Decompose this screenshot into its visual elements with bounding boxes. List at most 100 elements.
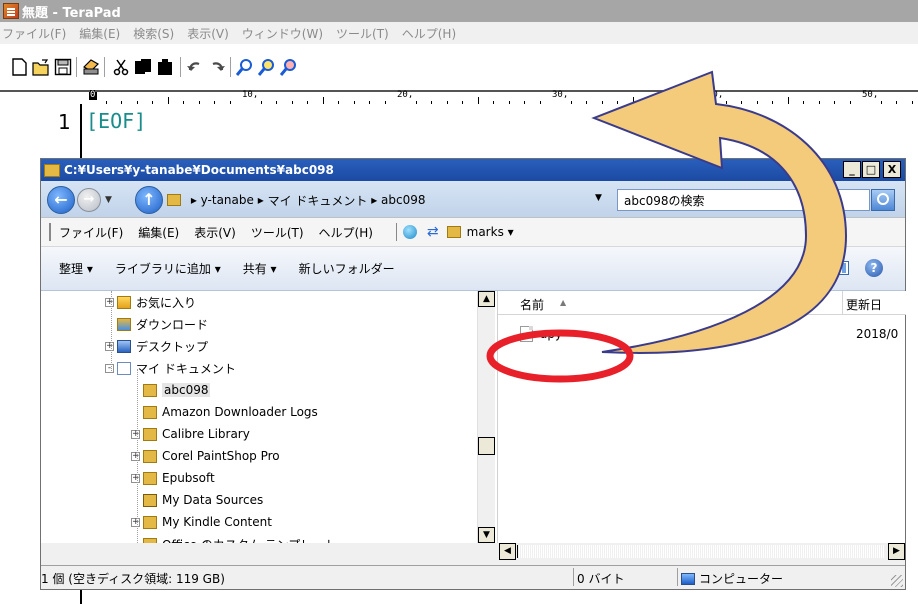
- ruler-label: 0: [90, 90, 96, 100]
- explorer-window: C:¥Users¥y-tanabe¥Documents¥abc098 _ □ X…: [40, 158, 906, 590]
- cut-icon[interactable]: [112, 58, 130, 76]
- print-icon[interactable]: [82, 58, 100, 76]
- tree-item[interactable]: My Data Sources: [131, 489, 263, 511]
- toolbar-separator: [76, 57, 78, 77]
- add-to-library-button[interactable]: ライブラリに追加 ▾: [115, 260, 221, 277]
- tree-item[interactable]: abc098: [131, 379, 211, 401]
- breadcrumb[interactable]: ▸ y-tanabe ▸ マイ ドキュメント ▸ abc098: [167, 188, 611, 212]
- expand-icon[interactable]: +: [131, 429, 140, 439]
- new-folder-button[interactable]: 新しいフォルダー: [299, 260, 395, 277]
- add-to-library-label: ライブラリに追加: [114, 262, 211, 276]
- breadcrumb-item[interactable]: マイ ドキュメント: [268, 192, 368, 209]
- explorer-title-bar: C:¥Users¥y-tanabe¥Documents¥abc098 _ □ X: [41, 159, 905, 181]
- tree-scrollbar[interactable]: ▲ ▼: [477, 291, 495, 543]
- breadcrumb-item[interactable]: abc098: [381, 193, 425, 207]
- menu-window[interactable]: ウィンドウ(W): [242, 25, 323, 42]
- collapse-icon[interactable]: -: [105, 363, 114, 373]
- forward-button[interactable]: →: [77, 188, 101, 212]
- back-button[interactable]: ←: [47, 186, 75, 214]
- menu-tools[interactable]: ツール(T): [336, 25, 389, 42]
- history-dropdown-icon[interactable]: ▼: [105, 195, 112, 205]
- tree-item[interactable]: + デスクトップ: [105, 335, 208, 357]
- expand-icon[interactable]: +: [105, 297, 114, 307]
- scroll-right-icon[interactable]: ▶: [888, 543, 905, 560]
- marks-menu[interactable]: marks ▾: [467, 225, 514, 239]
- file-item[interactable]: apy: [520, 325, 562, 343]
- open-file-icon[interactable]: [32, 58, 50, 76]
- redo-icon[interactable]: [208, 58, 226, 76]
- find-next-icon[interactable]: [258, 58, 276, 76]
- scroll-track[interactable]: [517, 545, 885, 558]
- scroll-left-icon[interactable]: ◀: [499, 543, 516, 560]
- breadcrumb-separator-icon: ▸: [367, 193, 382, 207]
- new-file-icon[interactable]: [10, 58, 28, 76]
- tree-item[interactable]: ダウンロード: [105, 313, 208, 335]
- up-button[interactable]: ↑: [135, 186, 163, 214]
- explorer-menu-help[interactable]: ヘルプ(H): [319, 224, 373, 241]
- tree-item[interactable]: + My Kindle Content: [131, 511, 272, 533]
- globe-icon[interactable]: [402, 225, 417, 239]
- scroll-up-icon[interactable]: ▲: [478, 291, 495, 307]
- tree-item[interactable]: + Corel PaintShop Pro: [131, 445, 280, 467]
- save-icon[interactable]: [54, 58, 72, 76]
- column-divider[interactable]: [842, 291, 843, 315]
- tree-item[interactable]: Office のカスタム テンプレート: [131, 533, 336, 543]
- search-input[interactable]: abc098の検索: [617, 189, 870, 211]
- paste-icon[interactable]: [156, 58, 174, 76]
- scroll-down-icon[interactable]: ▼: [478, 527, 495, 543]
- menu-help[interactable]: ヘルプ(H): [402, 25, 456, 42]
- explorer-menu-file[interactable]: ファイル(F): [59, 224, 123, 241]
- explorer-menu-tools[interactable]: ツール(T): [251, 224, 304, 241]
- maximize-button[interactable]: □: [862, 161, 880, 178]
- line-number: 1: [58, 110, 71, 134]
- documents-folder-icon: [117, 361, 131, 375]
- tree-item[interactable]: + Calibre Library: [131, 423, 250, 445]
- help-icon[interactable]: ?: [865, 259, 883, 277]
- status-location-label: コンピューター: [699, 572, 784, 586]
- status-separator: [573, 568, 574, 586]
- status-item-count: 1 個 (空きディスク領域: 119 GB): [41, 572, 225, 586]
- expand-icon[interactable]: +: [131, 473, 140, 483]
- folder-icon: [446, 226, 461, 238]
- column-date[interactable]: 更新日: [846, 296, 882, 313]
- menu-file[interactable]: ファイル(F): [2, 25, 66, 42]
- menu-search[interactable]: 検索(S): [133, 25, 174, 42]
- expand-icon[interactable]: +: [131, 451, 140, 461]
- explorer-menu-view[interactable]: 表示(V): [194, 224, 236, 241]
- data-sources-folder-icon: [143, 493, 157, 507]
- replace-icon[interactable]: [280, 58, 298, 76]
- organize-button[interactable]: 整理 ▾: [59, 260, 93, 277]
- preview-pane-icon[interactable]: [833, 261, 849, 275]
- breadcrumb-item[interactable]: y-tanabe: [201, 193, 254, 207]
- explorer-menu-edit[interactable]: 編集(E): [138, 224, 179, 241]
- sync-icon[interactable]: ⇄: [427, 224, 439, 240]
- tree-item-label: My Data Sources: [162, 493, 264, 507]
- close-button[interactable]: X: [883, 161, 901, 178]
- tree-item[interactable]: + お気に入り: [105, 291, 196, 313]
- resize-grip-icon[interactable]: [891, 575, 903, 587]
- tree-item[interactable]: - マイ ドキュメント: [105, 357, 236, 379]
- ruler-label: 40,: [707, 90, 724, 100]
- find-icon[interactable]: [236, 58, 254, 76]
- tree-item[interactable]: + Epubsoft: [131, 467, 215, 489]
- undo-icon[interactable]: [186, 58, 204, 76]
- copy-icon[interactable]: [134, 58, 152, 76]
- expand-icon[interactable]: +: [105, 341, 114, 351]
- folder-icon: [143, 537, 157, 543]
- terapad-title-bar: 無題 - TeraPad: [0, 0, 918, 22]
- folder-icon: [143, 471, 157, 485]
- view-dropdown-icon[interactable]: ▼: [799, 263, 806, 273]
- tree-item-label: Corel PaintShop Pro: [162, 449, 280, 463]
- tree-item[interactable]: Amazon Downloader Logs: [131, 401, 318, 423]
- column-name[interactable]: 名前: [520, 296, 544, 313]
- share-button[interactable]: 共有 ▾: [243, 260, 277, 277]
- scroll-thumb[interactable]: [478, 437, 495, 455]
- search-icon[interactable]: [871, 189, 895, 211]
- address-dropdown-icon[interactable]: ▼: [595, 193, 602, 203]
- menu-edit[interactable]: 編集(E): [79, 25, 120, 42]
- minimize-button[interactable]: _: [843, 161, 861, 178]
- toolbar-separator: [180, 57, 182, 77]
- menu-view[interactable]: 表示(V): [187, 25, 229, 42]
- expand-icon[interactable]: +: [131, 517, 140, 527]
- list-horizontal-scrollbar[interactable]: ◀ ▶: [497, 543, 905, 561]
